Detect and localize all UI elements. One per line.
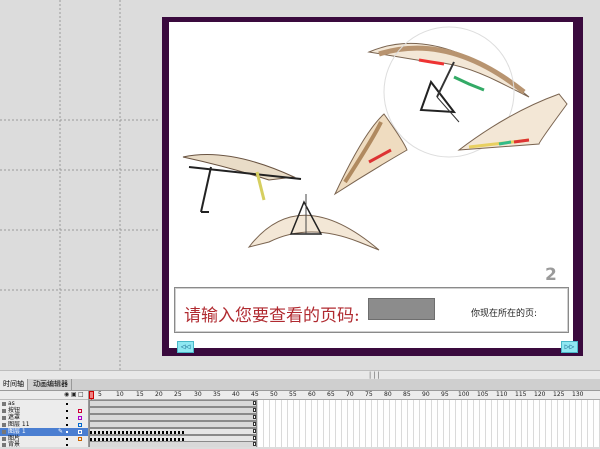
- ruler-tick-label: 15: [136, 391, 144, 398]
- ruler-tick-label: 125: [553, 391, 565, 398]
- visible-dot[interactable]: [66, 417, 68, 419]
- frame-span[interactable]: [89, 407, 257, 414]
- prev-page-button[interactable]: ◁◁: [177, 341, 194, 353]
- page-input-label: 请输入您要查看的页码:: [184, 306, 360, 326]
- outline-color-icon[interactable]: [78, 416, 82, 420]
- tab-motion-editor[interactable]: 动画编辑器: [30, 379, 72, 390]
- ruler-tick-label: 65: [327, 391, 335, 398]
- layer-icon: [2, 430, 6, 434]
- stage-canvas: 2 请输入您要查看的页码: 你现在所在的页: ◁◁ ▷▷: [169, 22, 578, 353]
- ruler-tick-label: 130: [572, 391, 584, 398]
- ruler-tick-label: 100: [458, 391, 470, 398]
- outline-color-icon[interactable]: [78, 423, 82, 427]
- page-number: 2: [545, 265, 557, 285]
- timeline-tab-bar: 时间轴 动画编辑器: [0, 379, 600, 391]
- ruler-tick-label: 35: [213, 391, 221, 398]
- timeline-panel: ◉ ▣ □ as 按钮 遮罩 图层 11 图层 1 ✎ 图片 背景 5 10 1…: [0, 391, 600, 449]
- ruler-tick-label: 50: [270, 391, 278, 398]
- frame-span[interactable]: [89, 414, 257, 421]
- frame-span[interactable]: [89, 421, 257, 428]
- frame-ruler[interactable]: 5 10 15 20 25 30 35 40 45 50 55 60 65 70…: [89, 391, 600, 400]
- frame-end-marker[interactable]: [253, 436, 256, 440]
- ruler-tick-label: 70: [346, 391, 354, 398]
- ruler-tick-label: 45: [251, 391, 259, 398]
- frame-end-marker[interactable]: [253, 408, 256, 412]
- frame-end-marker[interactable]: [253, 422, 256, 426]
- frame-span[interactable]: [89, 441, 257, 447]
- frame-span[interactable]: [89, 400, 257, 407]
- ruler-tick-label: 30: [194, 391, 202, 398]
- ruler-tick-label: 85: [403, 391, 411, 398]
- ruler-tick-label: 60: [308, 391, 316, 398]
- ruler-tick-label: 25: [174, 391, 182, 398]
- lock-icon[interactable]: ▣: [71, 391, 77, 399]
- hang-glider-bottom: [247, 194, 380, 251]
- visible-dot[interactable]: [66, 410, 68, 412]
- layer-icon: [2, 409, 6, 413]
- tab-timeline[interactable]: 时间轴: [0, 379, 28, 390]
- ruler-tick-label: 20: [155, 391, 163, 398]
- ruler-tick-label: 80: [384, 391, 392, 398]
- visible-dot[interactable]: [66, 444, 68, 446]
- outline-color-icon[interactable]: [78, 430, 82, 434]
- playhead[interactable]: [89, 391, 94, 399]
- layer-name: 背景: [8, 441, 21, 448]
- frame-end-marker[interactable]: [253, 401, 256, 405]
- visible-dot[interactable]: [66, 431, 68, 433]
- page-input-panel: 请输入您要查看的页码: 你现在所在的页:: [174, 287, 569, 333]
- current-page-label: 你现在所在的页:: [471, 309, 538, 319]
- hang-glider-illustrations: [182, 26, 568, 251]
- layer-icon: [2, 416, 6, 420]
- visible-dot[interactable]: [66, 424, 68, 426]
- layer-header: ◉ ▣ □: [0, 391, 88, 400]
- frame-grid[interactable]: 5 10 15 20 25 30 35 40 45 50 55 60 65 70…: [89, 391, 600, 447]
- ruler-tick-label: 75: [365, 391, 373, 398]
- keyframe-span[interactable]: [89, 428, 257, 435]
- workspace: 2 请输入您要查看的页码: 你现在所在的页: ◁◁ ▷▷: [0, 0, 600, 370]
- ruler-tick-label: 115: [515, 391, 527, 398]
- outline-icon[interactable]: □: [78, 391, 84, 399]
- visible-dot[interactable]: [66, 403, 68, 405]
- layer-icon: [2, 423, 6, 427]
- ruler-tick-label: 105: [477, 391, 489, 398]
- ruler-tick-label: 110: [496, 391, 508, 398]
- hang-glider-left: [182, 154, 302, 213]
- layer-list: ◉ ▣ □ as 按钮 遮罩 图层 11 图层 1 ✎ 图片 背景: [0, 391, 89, 449]
- frame-end-marker[interactable]: [253, 442, 256, 446]
- ruler-tick-label: 40: [232, 391, 240, 398]
- hang-glider-middle: [333, 113, 408, 196]
- layer-icon: [2, 443, 6, 447]
- horizontal-scrollbar[interactable]: |||: [0, 370, 600, 379]
- ruler-tick-label: 120: [534, 391, 546, 398]
- layer-row[interactable]: 背景: [0, 441, 88, 449]
- scroll-thumb[interactable]: |||: [368, 372, 381, 379]
- visible-dot[interactable]: [66, 438, 68, 440]
- layer-icon: [2, 402, 6, 406]
- next-page-button[interactable]: ▷▷: [561, 341, 578, 353]
- ruler-tick-label: 55: [289, 391, 297, 398]
- eye-icon[interactable]: ◉: [64, 391, 69, 399]
- ruler-tick-label: 10: [116, 391, 124, 398]
- frame-end-marker[interactable]: [253, 429, 256, 433]
- page-number-input[interactable]: [368, 298, 435, 320]
- ruler-tick-label: 5: [98, 391, 102, 398]
- ruler-tick-label: 90: [422, 391, 430, 398]
- frame-end-marker[interactable]: [253, 415, 256, 419]
- outline-color-icon[interactable]: [78, 409, 82, 413]
- ruler-tick-label: 95: [441, 391, 449, 398]
